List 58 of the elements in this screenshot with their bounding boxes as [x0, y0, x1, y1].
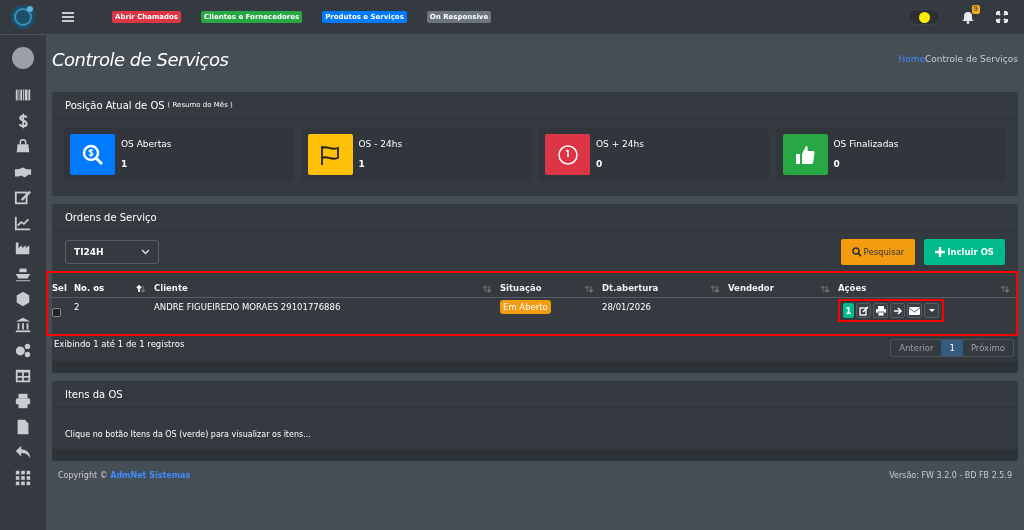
printer-icon[interactable]	[14, 392, 32, 410]
card-title: Posição Atual de OS	[65, 99, 165, 111]
grid-icon[interactable]	[14, 468, 32, 487]
info-box-label: OS Abertas	[121, 139, 172, 149]
bell-icon[interactable]	[962, 10, 974, 24]
records-info: Exibindo 1 até 1 de 1 registros	[53, 339, 185, 349]
mail-button[interactable]	[907, 303, 922, 318]
plus-icon	[935, 247, 946, 257]
caret-icon	[928, 308, 935, 313]
page-title: Controle de Serviços	[52, 48, 229, 70]
shopping-bag-icon[interactable]	[14, 137, 32, 155]
menu-icon[interactable]	[62, 12, 74, 22]
table-cell: ANDRE FIGUEIREDO MORAES 29101776886	[154, 302, 341, 312]
row-checkbox[interactable]	[52, 308, 61, 317]
copyright-text: Copyright © AdmNet Sistemas	[58, 471, 191, 480]
envelope-icon	[909, 306, 920, 315]
chevron-down-icon	[141, 249, 150, 255]
column-header[interactable]: Ações	[836, 279, 1016, 298]
dropdown-toggle[interactable]	[924, 303, 939, 318]
column-header[interactable]: Vendedor	[726, 279, 836, 298]
arrow-right-icon	[892, 305, 903, 316]
info-box-label: OS - 24hs	[358, 139, 403, 149]
column-header[interactable]: No. os	[72, 279, 152, 298]
page-link[interactable]: 1	[941, 340, 963, 356]
logo-icon[interactable]	[10, 4, 36, 30]
table-cell: 2	[74, 302, 80, 312]
sort-icon[interactable]	[136, 285, 146, 293]
breadcrumb-current: Controle de Serviços	[925, 54, 1018, 64]
card-title: Ordens de Serviço	[65, 211, 157, 223]
search-icon	[851, 247, 862, 257]
cube-icon[interactable]	[14, 290, 32, 308]
printer-icon	[875, 305, 886, 316]
bank-icon[interactable]	[14, 315, 32, 334]
info-box-value: 1	[358, 159, 366, 169]
card-title: Itens da OS	[65, 388, 123, 400]
filter-select[interactable]: TI24H	[65, 240, 159, 264]
search-button[interactable]: Pesquisar	[840, 239, 916, 265]
print-button[interactable]	[873, 303, 888, 318]
fullscreen-icon[interactable]	[996, 11, 1008, 23]
edit-button[interactable]	[856, 303, 871, 318]
column-header[interactable]: Dt.abertura	[600, 279, 726, 298]
info-box-value: 0	[596, 159, 604, 169]
info-box-value: 0	[833, 159, 841, 169]
column-header[interactable]: Sel	[50, 279, 72, 298]
forward-button[interactable]	[890, 303, 905, 318]
version-text: Versão: FW 3.2.0 - BD FB 2.5.9	[889, 471, 1012, 480]
info-box-value: 1	[121, 159, 129, 169]
user-avatar[interactable]	[12, 46, 34, 69]
info-box-label: OS Finalizadas	[833, 139, 899, 149]
table-cell: 28/01/2026	[602, 302, 651, 312]
column-header[interactable]: Cliente	[152, 279, 498, 298]
info-box-label: OS + 24hs	[596, 139, 644, 149]
status-badge: Em Aberto	[500, 300, 551, 314]
edit-icon	[858, 305, 869, 316]
column-header[interactable]: Situação	[498, 279, 600, 298]
items-hint: Clique no botão Itens da OS (verde) para visualizar os itens...	[65, 430, 311, 439]
edit-icon[interactable]	[14, 188, 32, 206]
theme-toggle[interactable]	[908, 9, 940, 25]
